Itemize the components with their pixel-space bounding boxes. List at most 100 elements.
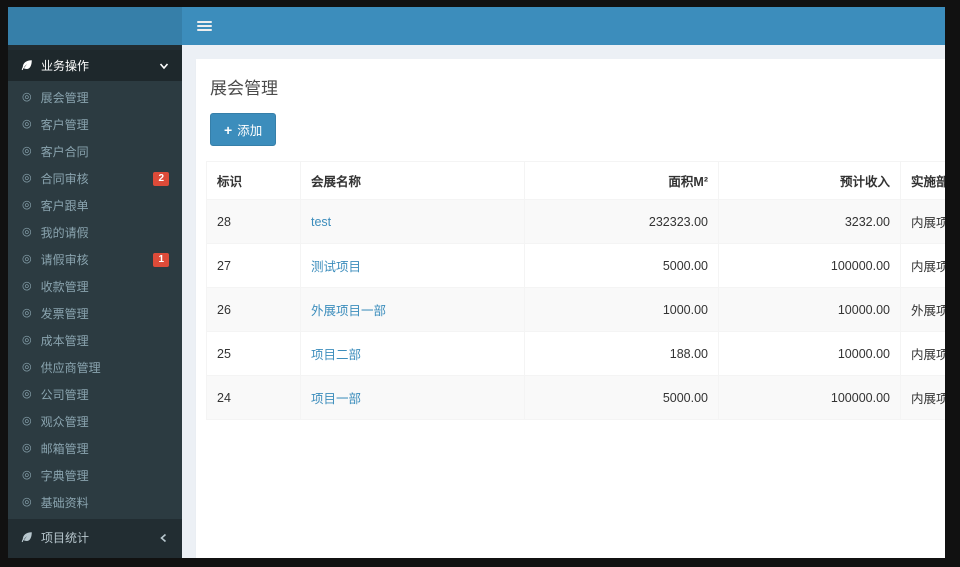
- top-bar: [8, 7, 945, 45]
- exhibition-link[interactable]: 项目二部: [311, 348, 361, 362]
- sidebar-menu-item-label: 成本管理: [40, 334, 89, 348]
- sidebar-section-label: 项目统计: [41, 531, 90, 545]
- dot-circle-icon: ◎: [22, 145, 32, 157]
- app-window: 业务操作 ◎ 展会管理 ◎ 客户管理 ◎ 客户合同 ◎ 合同审核 2 ◎ 客户跟…: [8, 7, 945, 558]
- cell-name: 外展项目一部: [300, 287, 525, 332]
- sidebar-menu-item[interactable]: ◎ 收款管理: [8, 273, 182, 300]
- sidebar-menu-item[interactable]: ◎ 成本管理: [8, 327, 182, 354]
- dot-circle-icon: ◎: [22, 280, 32, 292]
- cell-dept: 内展项目: [900, 199, 945, 244]
- sidebar-section[interactable]: 项目统计: [8, 519, 182, 556]
- sidebar: 业务操作 ◎ 展会管理 ◎ 客户管理 ◎ 客户合同 ◎ 合同审核 2 ◎ 客户跟…: [8, 45, 182, 558]
- sidebar-section[interactable]: 系统管理: [8, 556, 182, 558]
- cell-name: test: [300, 199, 525, 244]
- sidebar-section-label: 业务操作: [41, 59, 90, 73]
- sidebar-menu-item[interactable]: ◎ 观众管理: [8, 408, 182, 435]
- sidebar-menu-item-label: 展会管理: [40, 91, 89, 105]
- table-row: 28 test 232323.003232.00内展项目: [206, 199, 945, 244]
- cell-dept: 内展项目: [900, 331, 945, 376]
- dot-circle-icon: ◎: [22, 253, 32, 265]
- logo-area: [8, 7, 182, 45]
- sidebar-menu-item[interactable]: ◎ 展会管理: [8, 84, 182, 111]
- sidebar-menu: 业务操作 ◎ 展会管理 ◎ 客户管理 ◎ 客户合同 ◎ 合同审核 2 ◎ 客户跟…: [8, 50, 182, 558]
- cell-dept: 外展项目: [900, 287, 945, 332]
- leaf-icon: [20, 531, 33, 544]
- exhibition-link[interactable]: 外展项目一部: [311, 304, 386, 318]
- cell-id: 27: [206, 243, 301, 288]
- exhibition-link[interactable]: 测试项目: [311, 260, 361, 274]
- navbar: [182, 7, 945, 45]
- column-header-area: 面积M²: [524, 161, 719, 200]
- sidebar-menu-item-label: 客户合同: [40, 145, 89, 159]
- sidebar-menu-item-label: 收款管理: [40, 280, 89, 294]
- sidebar-menu-item-label: 客户跟单: [40, 199, 89, 213]
- dot-circle-icon: ◎: [22, 334, 32, 346]
- sidebar-submenu: ◎ 展会管理 ◎ 客户管理 ◎ 客户合同 ◎ 合同审核 2 ◎ 客户跟单 ◎ 我…: [8, 81, 182, 519]
- cell-id: 25: [206, 331, 301, 376]
- sidebar-menu-item-label: 客户管理: [40, 118, 89, 132]
- cell-income: 100000.00: [718, 375, 901, 420]
- notification-badge: 1: [153, 252, 169, 267]
- sidebar-menu-item-label: 公司管理: [40, 388, 89, 402]
- sidebar-menu-item-label: 邮箱管理: [40, 442, 89, 456]
- table-header-row: 标识会展名称面积M²预计收入实施部门: [206, 161, 945, 200]
- sidebar-section[interactable]: 业务操作: [8, 50, 182, 81]
- cell-area: 5000.00: [524, 243, 719, 288]
- sidebar-menu-item-label: 字典管理: [40, 469, 89, 483]
- table-row: 26 外展项目一部 1000.0010000.00外展项目: [206, 287, 945, 332]
- table-row: 25 项目二部 188.0010000.00内展项目: [206, 331, 945, 376]
- column-header-id: 标识: [206, 161, 301, 200]
- sidebar-menu-item[interactable]: ◎ 发票管理: [8, 300, 182, 327]
- sidebar-menu-item-label: 请假审核: [40, 253, 89, 267]
- chevron-down-icon: [158, 60, 170, 72]
- cell-area: 188.00: [524, 331, 719, 376]
- sidebar-menu-item[interactable]: ◎ 客户跟单: [8, 192, 182, 219]
- cell-id: 24: [206, 375, 301, 420]
- column-header-dept: 实施部门: [900, 161, 945, 200]
- dot-circle-icon: ◎: [22, 172, 32, 184]
- sidebar-menu-item[interactable]: ◎ 公司管理: [8, 381, 182, 408]
- column-header-name: 会展名称: [300, 161, 525, 200]
- exhibition-link[interactable]: 项目一部: [311, 392, 361, 406]
- cell-id: 26: [206, 287, 301, 332]
- cell-name: 项目二部: [300, 331, 525, 376]
- sidebar-menu-item-label: 发票管理: [40, 307, 89, 321]
- table-row: 24 项目一部 5000.00100000.00内展项目: [206, 375, 945, 420]
- cell-name: 测试项目: [300, 243, 525, 288]
- content-area: 展会管理 + 添加 标识会展名称面积M²预计收入实施部门 28 test 23232…: [182, 45, 945, 558]
- sidebar-menu-item[interactable]: ◎ 供应商管理: [8, 354, 182, 381]
- cell-area: 232323.00: [524, 199, 719, 244]
- sidebar-menu-item[interactable]: ◎ 客户合同: [8, 138, 182, 165]
- dot-circle-icon: ◎: [22, 442, 32, 454]
- plus-icon: +: [224, 121, 233, 138]
- sidebar-menu-item-label: 基础资料: [40, 496, 89, 510]
- sidebar-menu-item[interactable]: ◎ 基础资料: [8, 489, 182, 516]
- add-button[interactable]: + 添加: [210, 113, 277, 146]
- cell-area: 5000.00: [524, 375, 719, 420]
- sidebar-menu-item[interactable]: ◎ 客户管理: [8, 111, 182, 138]
- cell-dept: 内展项目: [900, 243, 945, 288]
- exhibition-table: 标识会展名称面积M²预计收入实施部门 28 test 232323.003232.0…: [206, 161, 945, 420]
- chevron-left-icon: [158, 532, 170, 544]
- cell-area: 1000.00: [524, 287, 719, 332]
- dot-circle-icon: ◎: [22, 415, 32, 427]
- sidebar-menu-item[interactable]: ◎ 合同审核 2: [8, 165, 182, 192]
- sidebar-menu-item[interactable]: ◎ 我的请假: [8, 219, 182, 246]
- dot-circle-icon: ◎: [22, 469, 32, 481]
- sidebar-menu-item[interactable]: ◎ 请假审核 1: [8, 246, 182, 273]
- sidebar-menu-item[interactable]: ◎ 字典管理: [8, 462, 182, 489]
- sidebar-menu-item-label: 观众管理: [40, 415, 89, 429]
- exhibition-link[interactable]: test: [311, 215, 331, 229]
- page-title: 展会管理: [210, 79, 278, 98]
- dot-circle-icon: ◎: [22, 91, 32, 103]
- sidebar-menu-item[interactable]: ◎ 邮箱管理: [8, 435, 182, 462]
- hamburger-icon[interactable]: [197, 19, 212, 33]
- table-row: 27 测试项目 5000.00100000.00内展项目: [206, 243, 945, 288]
- sidebar-menu-item-label: 我的请假: [40, 226, 89, 240]
- cell-dept: 内展项目: [900, 375, 945, 420]
- dot-circle-icon: ◎: [22, 307, 32, 319]
- sidebar-menu-item-label: 供应商管理: [40, 361, 101, 375]
- cell-income: 10000.00: [718, 287, 901, 332]
- cell-income: 100000.00: [718, 243, 901, 288]
- add-button-label: 添加: [237, 124, 263, 138]
